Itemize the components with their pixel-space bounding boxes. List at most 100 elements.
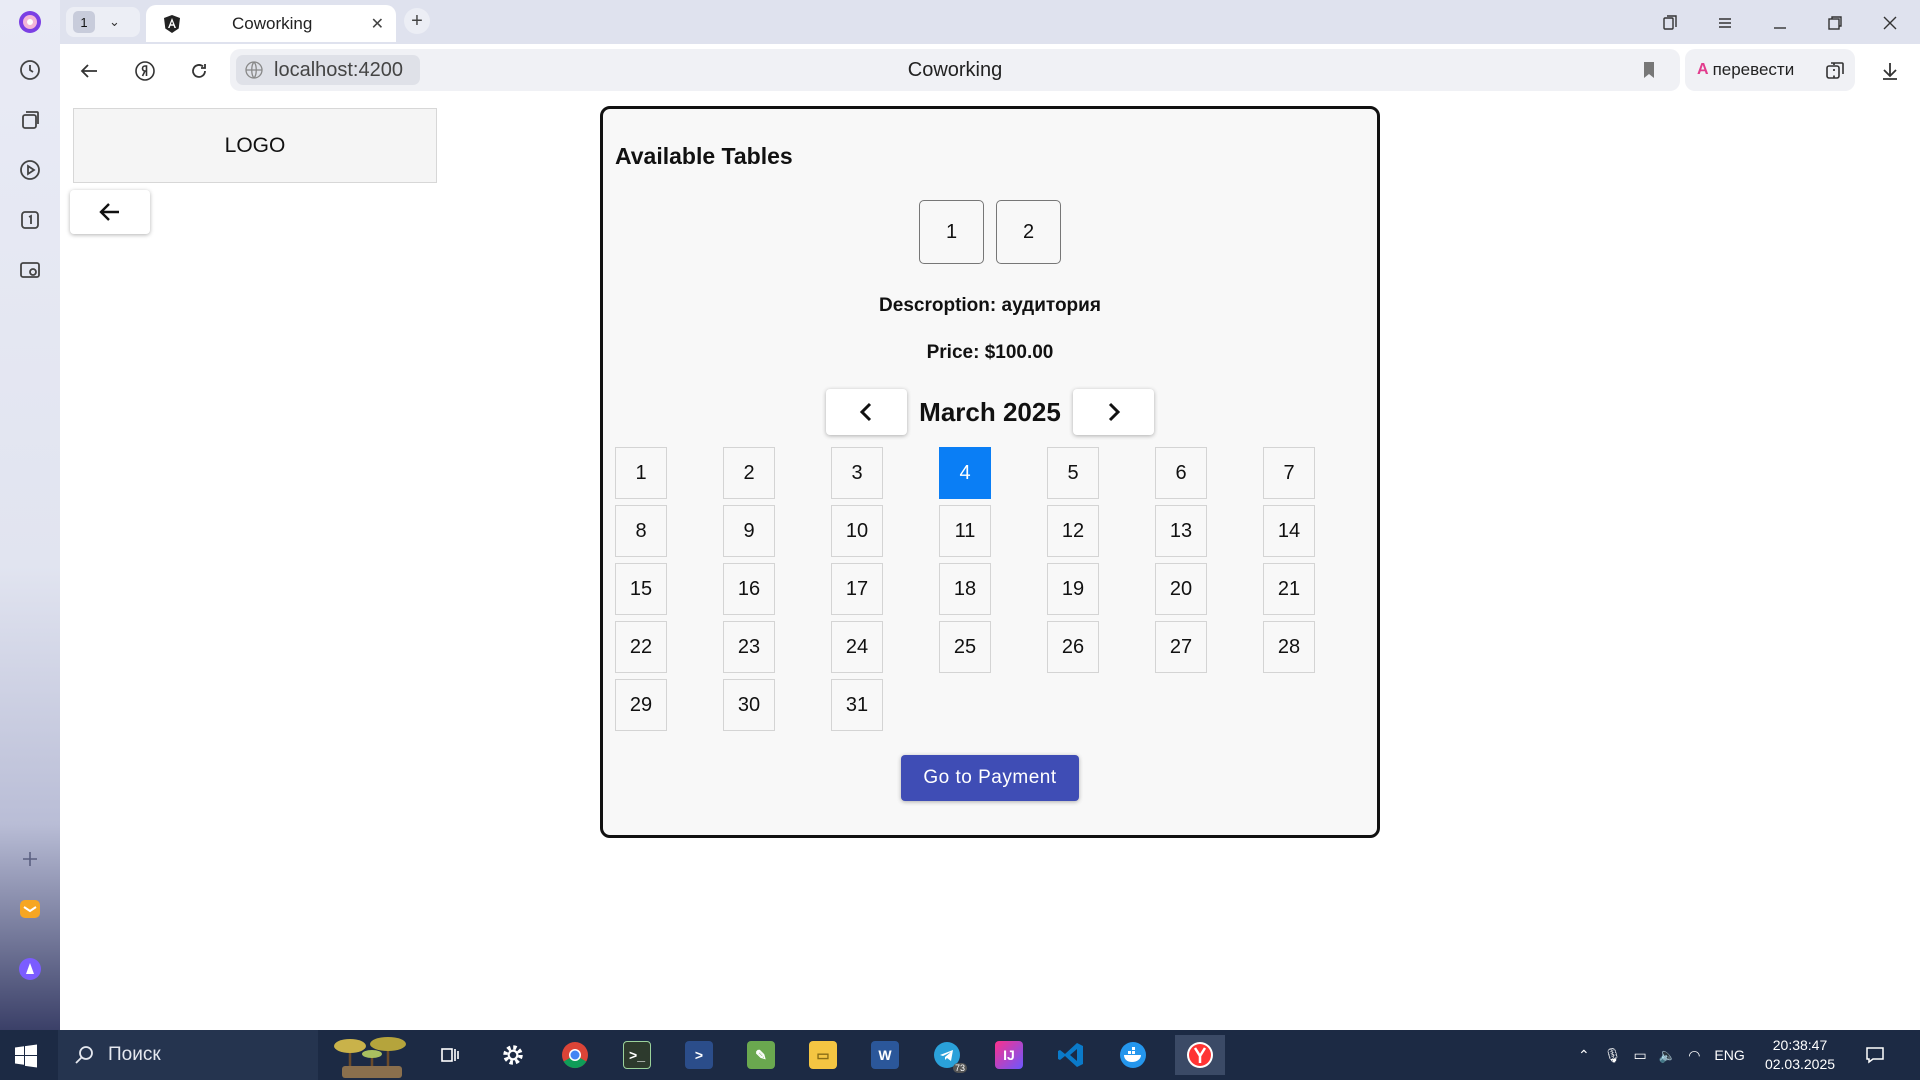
- microphone-icon[interactable]: 🎙: [1604, 1047, 1622, 1064]
- angular-favicon-icon: [164, 14, 180, 33]
- next-month-button[interactable]: [1072, 389, 1154, 435]
- calendar-day[interactable]: 6: [1155, 447, 1207, 499]
- screenshot-icon[interactable]: [14, 254, 46, 286]
- taskbar-word[interactable]: W: [865, 1035, 905, 1075]
- calendar-day[interactable]: 25: [939, 621, 991, 673]
- tab-counter-icon[interactable]: [14, 204, 46, 236]
- calendar-day[interactable]: 13: [1155, 505, 1207, 557]
- calendar-day[interactable]: 2: [723, 447, 775, 499]
- extensions-icon[interactable]: [1820, 56, 1850, 86]
- powershell-icon: >: [685, 1041, 713, 1069]
- history-icon[interactable]: [14, 54, 46, 86]
- wifi-icon[interactable]: ◠: [1688, 1047, 1700, 1064]
- calendar-day[interactable]: 16: [723, 563, 775, 615]
- address-bar[interactable]: localhost:4200 Coworking: [230, 49, 1680, 91]
- telegram-badge: 73: [952, 1063, 967, 1073]
- search-highlight-trees-icon: [334, 1037, 406, 1078]
- taskbar-telegram[interactable]: 73: [927, 1035, 967, 1075]
- back-button[interactable]: [70, 190, 150, 234]
- taskbar-intellij[interactable]: IJ: [989, 1035, 1029, 1075]
- restore-icon[interactable]: [1822, 10, 1848, 36]
- bookmark-icon[interactable]: [1638, 59, 1660, 81]
- calendar-day[interactable]: 4: [939, 447, 991, 499]
- calendar-day[interactable]: 8: [615, 505, 667, 557]
- prev-month-button[interactable]: [826, 389, 908, 435]
- taskbar-settings[interactable]: [493, 1035, 533, 1075]
- taskbar-chrome[interactable]: [555, 1035, 595, 1075]
- alice-assistant-icon[interactable]: [14, 953, 46, 985]
- tab-group-button[interactable]: 1 ⌄: [66, 7, 140, 37]
- windows-start-icon[interactable]: [14, 1044, 38, 1068]
- chevron-up-icon[interactable]: ⌃: [1578, 1047, 1590, 1064]
- battery-icon[interactable]: ▭: [1634, 1047, 1647, 1064]
- calendar-day[interactable]: 5: [1047, 447, 1099, 499]
- taskbar-search[interactable]: Поиск: [58, 1030, 318, 1080]
- go-to-payment-button[interactable]: Go to Payment: [901, 755, 1079, 801]
- clock[interactable]: 20:38:47 02.03.2025: [1760, 1036, 1840, 1074]
- calendar-day[interactable]: 14: [1263, 505, 1315, 557]
- chevron-down-icon: ⌄: [109, 14, 120, 29]
- minimize-icon[interactable]: [1767, 10, 1793, 36]
- taskbar-terminal[interactable]: >_: [617, 1035, 657, 1075]
- volume-icon[interactable]: 🔈: [1659, 1047, 1676, 1064]
- calendar-day[interactable]: 10: [831, 505, 883, 557]
- close-icon[interactable]: ✕: [371, 14, 384, 34]
- taskbar-powershell[interactable]: >: [679, 1035, 719, 1075]
- download-icon[interactable]: [1875, 56, 1905, 86]
- calendar-day[interactable]: 3: [831, 447, 883, 499]
- alice-avatar-icon[interactable]: [14, 6, 46, 38]
- calendar-day[interactable]: 30: [723, 679, 775, 731]
- collections-icon[interactable]: [14, 104, 46, 136]
- tab-count-badge: 1: [73, 11, 95, 33]
- gear-icon: [503, 1045, 523, 1065]
- calendar-day[interactable]: 17: [831, 563, 883, 615]
- task-view-button[interactable]: [430, 1035, 470, 1075]
- new-tab-button[interactable]: +: [404, 8, 430, 34]
- calendar-day[interactable]: 9: [723, 505, 775, 557]
- yandex-home-icon[interactable]: [130, 56, 160, 86]
- calendar-day[interactable]: 28: [1263, 621, 1315, 673]
- browser-toolbar: localhost:4200 Coworking A перевести ⋮: [60, 44, 1920, 96]
- mail-icon[interactable]: [14, 893, 46, 925]
- language-indicator[interactable]: ENG: [1714, 1047, 1744, 1063]
- calendar-day[interactable]: 27: [1155, 621, 1207, 673]
- calendar-day[interactable]: 24: [831, 621, 883, 673]
- calendar-day[interactable]: 29: [615, 679, 667, 731]
- table-button-1[interactable]: 1: [919, 200, 984, 264]
- calendar-day[interactable]: 12: [1047, 505, 1099, 557]
- close-window-icon[interactable]: [1877, 10, 1903, 36]
- calendar-day[interactable]: 11: [939, 505, 991, 557]
- taskbar-vscode[interactable]: [1051, 1035, 1091, 1075]
- taskbar-explorer[interactable]: ▭: [803, 1035, 843, 1075]
- calendar-day[interactable]: 20: [1155, 563, 1207, 615]
- calendar-day[interactable]: 18: [939, 563, 991, 615]
- notifications-icon[interactable]: [1864, 1044, 1886, 1066]
- calendar-day[interactable]: 21: [1263, 563, 1315, 615]
- tab-coworking[interactable]: Coworking ✕: [146, 5, 396, 42]
- taskbar-notepad[interactable]: ✎: [741, 1035, 781, 1075]
- calendar-day[interactable]: 26: [1047, 621, 1099, 673]
- terminal-icon: >_: [623, 1041, 651, 1069]
- tab-title: Coworking: [232, 13, 313, 33]
- calendar-day[interactable]: 7: [1263, 447, 1315, 499]
- calendar-day[interactable]: 1: [615, 447, 667, 499]
- table-button-2[interactable]: 2: [996, 200, 1061, 264]
- calendar-day[interactable]: 19: [1047, 563, 1099, 615]
- menu-icon[interactable]: [1712, 10, 1738, 36]
- video-play-icon[interactable]: [14, 154, 46, 186]
- taskbar-yandex-browser[interactable]: [1175, 1035, 1225, 1075]
- calendar-day[interactable]: 22: [615, 621, 667, 673]
- calendar-day[interactable]: 15: [615, 563, 667, 615]
- tabs-panel-icon[interactable]: [1657, 10, 1683, 36]
- reload-icon[interactable]: [184, 56, 214, 86]
- month-label: March 2025: [919, 396, 1061, 427]
- taskbar-docker[interactable]: [1113, 1035, 1153, 1075]
- table-description: Descroption: аудитория: [879, 295, 1101, 316]
- add-panel-icon[interactable]: [14, 843, 46, 875]
- calendar-day[interactable]: 23: [723, 621, 775, 673]
- folder-icon: ▭: [809, 1041, 837, 1069]
- translate-label: перевести: [1712, 60, 1795, 79]
- calendar-day[interactable]: 31: [831, 679, 883, 731]
- back-navigation-icon[interactable]: [74, 56, 104, 86]
- intellij-icon: IJ: [995, 1041, 1023, 1069]
